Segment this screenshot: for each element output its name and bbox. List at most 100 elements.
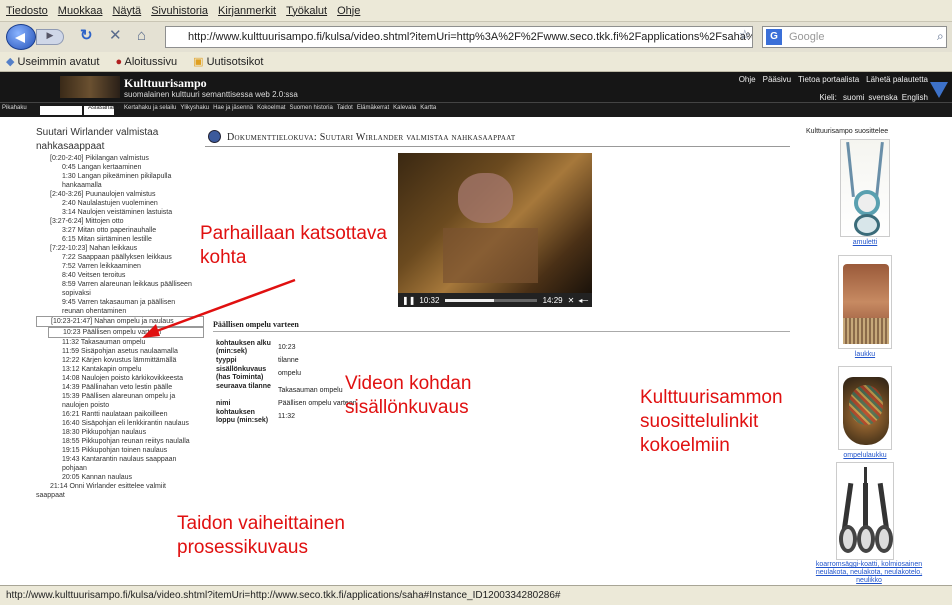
suggestion-image-needle-case[interactable] [836, 462, 894, 560]
outline-item[interactable]: saappaat [36, 491, 204, 500]
detail-value: 11:32 [278, 413, 295, 420]
search-icon[interactable]: ⌕ [937, 28, 944, 44]
site-nav-link[interactable]: Kartta [420, 105, 436, 111]
suggestion-image-bag[interactable] [838, 255, 892, 349]
outline-item[interactable]: [3:27-6:24] Mittojen otto [36, 217, 204, 226]
outline-item[interactable]: 0:45 Langan kertaaminen [36, 163, 204, 172]
outline-item[interactable]: 2:40 Naulalastujen vuoleminen [36, 199, 204, 208]
site-nav-link[interactable]: Hae ja jäsennä [213, 105, 253, 111]
outline-item[interactable]: 16:40 Sisäpohjan eli lenkkirantin naulau… [36, 419, 204, 428]
suggestion-caption[interactable]: koarromsäggi-koatti, kolmiosainen neulak… [810, 561, 928, 585]
annotation-current-position: Parhaillaan katsottava kohta [200, 223, 387, 268]
language-link[interactable]: English [902, 93, 928, 102]
language-link[interactable]: suomi [843, 93, 864, 102]
site-nav-link[interactable]: Kalevala [393, 105, 416, 111]
menu-item[interactable]: Kirjanmerkit [218, 5, 276, 17]
menu-item[interactable]: Tiedosto [6, 5, 48, 17]
language-link[interactable]: svenska [868, 93, 897, 102]
pause-icon[interactable]: ❚❚ [402, 296, 415, 305]
site-nav-link[interactable]: Taidot [337, 105, 353, 111]
google-icon[interactable]: G [766, 29, 782, 45]
quick-search-label: Pikahaku [2, 105, 27, 111]
outline-item[interactable]: 1:30 Langan pikeäminen pikilapulla [36, 172, 204, 181]
outline-item[interactable]: 18:55 Pikkupohjan reunan reiitys naulall… [36, 437, 204, 446]
outline-item[interactable]: 14:39 Päällinahan veto lestin päälle [36, 383, 204, 392]
outline-item[interactable]: 14:08 Naulojen poisto kärkikovikkeesta [36, 374, 204, 383]
outline-item[interactable]: hankaamalla [36, 181, 204, 190]
outline-item[interactable]: 3:14 Naulojen veistäminen lastuista [36, 208, 204, 217]
site-nav-link[interactable]: Suomen historia [289, 105, 332, 111]
top-link[interactable]: Lähetä palautetta [866, 75, 928, 84]
document-title: Dokumenttielokuva: Suutari Wirlander val… [205, 127, 790, 147]
top-links: Ohje Pääsivu Tietoa portaalista Lähetä pala… [732, 75, 928, 84]
video-progress-fill [445, 298, 494, 302]
address-bar[interactable]: http://www.kulttuurisampo.fi/kulsa/video… [165, 26, 753, 48]
outline-item[interactable]: [7:22-10:23] Nahan leikkaus [36, 244, 204, 253]
menu-item[interactable]: Työkalut [286, 5, 327, 17]
menu-item[interactable]: Sivuhistoria [151, 5, 208, 17]
video-player[interactable] [398, 153, 592, 293]
outline-item[interactable]: 20:05 Kannan naulaus [36, 473, 204, 482]
bookmark-star-icon[interactable]: ☆ [739, 27, 751, 43]
video-progress-bar[interactable] [445, 298, 537, 302]
outline-item[interactable]: pohjaan [36, 464, 204, 473]
site-nav-link[interactable]: Elämäkerrat [357, 105, 389, 111]
site-nav-link[interactable]: Kokoelmat [257, 105, 285, 111]
outline-item[interactable]: 7:52 Varren leikkaaminen [36, 262, 204, 271]
video-document-icon [208, 130, 221, 143]
suggestion-image-amulet[interactable] [840, 139, 890, 237]
outline-item[interactable]: 16:21 Rantti naulataan paikoilleen [36, 410, 204, 419]
fullscreen-icon[interactable]: ✕ [568, 296, 575, 305]
header-logo-image [60, 76, 120, 98]
outline-item[interactable]: 7:22 Saappaan päällyksen leikkaus [36, 253, 204, 262]
suggestion-image-sewing-bag[interactable] [838, 366, 892, 450]
top-link[interactable]: Tietoa portaalista [798, 75, 859, 84]
reload-icon[interactable]: ↻ [80, 28, 93, 44]
search-box[interactable]: Google [762, 26, 947, 48]
outline-item[interactable]: [0:20-2:40] Pikilangan valmistus [36, 154, 204, 163]
annotation-arrow-head [142, 324, 160, 338]
outline-title[interactable]: Suutari Wirlander valmistaa nahkasaappaa… [36, 126, 204, 154]
outline-item[interactable]: 12:22 Kärjen kovustus lämmittämällä [36, 356, 204, 365]
site-nav-link[interactable]: Ylikyshaku [180, 105, 209, 111]
top-link[interactable]: Pääsivu [763, 75, 791, 84]
top-link[interactable]: Ohje [739, 75, 756, 84]
menu-item[interactable]: Näytä [112, 5, 141, 17]
outline-item[interactable]: 6:15 Mitan siirtäminen lestille [36, 235, 204, 244]
suggestion-caption[interactable]: amuletti [815, 239, 915, 246]
document-title-text: Dokumenttielokuva: Suutari Wirlander val… [227, 132, 516, 143]
outline-item[interactable]: 19:15 Pikkupohjan toinen naulaus [36, 446, 204, 455]
bookmark-item[interactable]: ● Aloitussivu [115, 56, 177, 68]
bookmark-icon: ▣ [193, 56, 207, 68]
quick-search-input[interactable] [40, 106, 82, 115]
navigation-toolbar: ▶ ↻ ✕ ⌂ http://www.kulttuurisampo.fi/kul… [0, 22, 952, 52]
outline-item[interactable]: 13:12 Kantakapin ompelu [36, 365, 204, 374]
suggestion-caption[interactable]: ompelulaukku [815, 452, 915, 459]
outline-item[interactable]: [2:40-3:26] Puunaulojen valmistus [36, 190, 204, 199]
home-icon[interactable]: ⌂ [137, 28, 146, 44]
detail-label: seuraava tilanne [216, 383, 271, 390]
detail-label: tyyppi [216, 357, 237, 364]
outline-item[interactable]: 3:27 Mitan otto paperinauhalle [36, 226, 204, 235]
outline-item[interactable]: 18:30 Pikkupohjan naulaus [36, 428, 204, 437]
site-nav-link[interactable]: Kertahaku ja selailu [124, 105, 176, 111]
detail-label: sisällönkuvaus (has Toiminta) [216, 366, 267, 381]
video-current-time: 10:32 [419, 295, 440, 305]
outline-item[interactable]: naulojen poisto [36, 401, 204, 410]
outline-item[interactable]: 19:43 Kantarantin naulaus saappaan [36, 455, 204, 464]
outline-item[interactable]: 21:14 Onni Wirlander esittelee valmiit [36, 482, 204, 491]
volume-icon[interactable]: ◂─ [578, 296, 588, 305]
outline-item[interactable]: 11:59 Sisäpohjan asetus naulaamalla [36, 347, 204, 356]
bookmark-item[interactable]: ◆ Useimmin avatut [6, 55, 99, 68]
search-placeholder: Google [789, 31, 825, 43]
stop-icon[interactable]: ✕ [109, 28, 122, 44]
forward-button[interactable]: ▶ [36, 29, 64, 45]
bookmark-item[interactable]: ▣ Uutisotsikot [193, 55, 263, 68]
detail-value: ompelu [278, 370, 301, 377]
outline-item[interactable]: 15:39 Päällisen alareunan ompelu ja [36, 392, 204, 401]
back-button[interactable] [6, 24, 36, 50]
menu-item[interactable]: Ohje [337, 5, 360, 17]
suggestion-caption[interactable]: laukku [815, 351, 915, 358]
site-title[interactable]: Kulttuurisampo [124, 76, 207, 91]
menu-item[interactable]: Muokkaa [58, 5, 103, 17]
